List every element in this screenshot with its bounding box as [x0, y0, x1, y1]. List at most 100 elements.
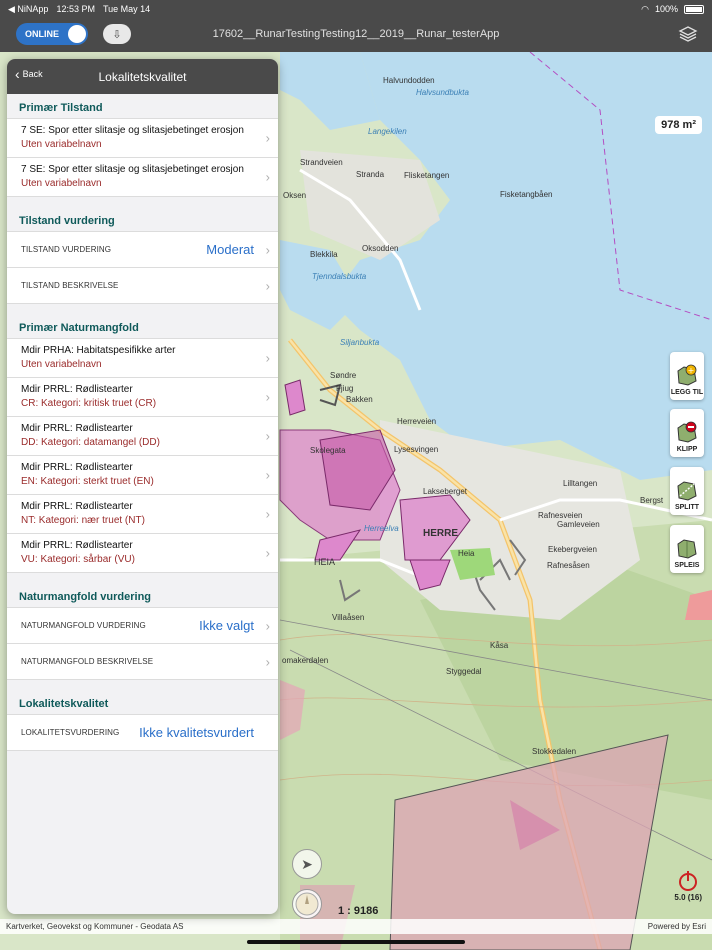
svg-text:HERRE: HERRE	[423, 528, 458, 539]
tilstand-beskrivelse-row[interactable]: TILSTAND BESKRIVELSE ›	[7, 268, 278, 304]
row-value: Ikke kvalitetsvurdert	[139, 725, 254, 740]
status-time: 12:53 PM	[56, 3, 95, 14]
battery-percent: 100%	[654, 4, 678, 14]
item-secondary: Uten variabelnavn	[21, 178, 102, 189]
panel-header: ‹ Back Lokalitetskvalitet	[7, 59, 278, 94]
chevron-right-icon: ›	[265, 278, 270, 293]
svg-text:Ekebergveien: Ekebergveien	[548, 545, 597, 554]
locate-button[interactable]: ➤	[292, 849, 322, 879]
status-carrier[interactable]: ◀ NiNApp	[8, 4, 48, 15]
list-item[interactable]: 7 SE: Spor etter slitasje og slitasjebet…	[7, 158, 278, 197]
split-polygon-label: SPLITT	[674, 504, 700, 511]
row-key: NATURMANGFOLD BESKRIVELSE	[21, 657, 154, 666]
svg-text:Bakken: Bakken	[346, 395, 373, 404]
item-secondary: DD: Kategori: datamangel (DD)	[21, 437, 160, 448]
svg-text:Styggedal: Styggedal	[446, 667, 482, 676]
svg-text:Villaåsen: Villaåsen	[332, 613, 364, 622]
cut-polygon-button[interactable]: KLIPP	[670, 409, 704, 457]
section-title-primaer-tilstand: Primær Tilstand	[19, 102, 103, 114]
svg-text:Siljanbukta: Siljanbukta	[340, 338, 380, 347]
wifi-icon: ◠	[641, 3, 649, 14]
item-primary: 7 SE: Spor etter slitasje og slitasjebet…	[21, 164, 244, 175]
project-title: 17602__RunarTestingTesting12__2019__Runa…	[212, 28, 500, 40]
chevron-right-icon: ›	[265, 618, 270, 633]
svg-text:Oksen: Oksen	[283, 191, 306, 200]
battery-icon	[684, 4, 704, 14]
item-primary: Mdir PRRL: Rødlistearter	[21, 384, 133, 395]
chevron-right-icon: ›	[265, 654, 270, 669]
merge-polygon-icon	[677, 539, 697, 559]
svg-text:Strandveien: Strandveien	[300, 158, 343, 167]
svg-text:Søndre: Søndre	[330, 371, 357, 380]
item-primary: Mdir PRRL: Rødlistearter	[21, 423, 133, 434]
svg-text:Rafnesåsen: Rafnesåsen	[547, 561, 590, 570]
row-value: Ikke valgt	[199, 618, 254, 633]
svg-text:Rafnesveien: Rafnesveien	[538, 511, 582, 520]
map-attribution: Kartverket, Geovekst og Kommuner - Geoda…	[0, 919, 712, 934]
chevron-right-icon: ›	[265, 350, 270, 366]
item-primary: Mdir PRRL: Rødlistearter	[21, 462, 133, 473]
compass-button[interactable]	[292, 889, 322, 919]
row-key: TILSTAND BESKRIVELSE	[21, 281, 119, 290]
svg-text:Stranda: Stranda	[356, 170, 385, 179]
svg-text:Herreelva: Herreelva	[364, 524, 399, 533]
add-polygon-label: LEGG TIL	[670, 389, 704, 396]
svg-text:Blekkila: Blekkila	[310, 250, 338, 259]
split-polygon-button[interactable]: SPLITT	[670, 467, 704, 515]
item-primary: Mdir PRHA: Habitatspesifikke arter	[21, 345, 176, 356]
merge-polygon-button[interactable]: SPLEIS	[670, 525, 704, 573]
svg-text:Bergst: Bergst	[640, 496, 664, 505]
home-indicator[interactable]	[247, 940, 465, 944]
svg-text:Stokkedalen: Stokkedalen	[532, 747, 576, 756]
app-bar: ONLINE ⇩ 17602__RunarTestingTesting12__2…	[0, 18, 712, 52]
gps-status[interactable]: 5.0 (16)	[674, 871, 702, 902]
list-item[interactable]: Mdir PRRL: Rødlistearter CR: Kategori: k…	[7, 378, 278, 417]
back-label: Back	[22, 69, 43, 79]
list-item[interactable]: 7 SE: Spor etter slitasje og slitasjebet…	[7, 119, 278, 158]
svg-text:+: +	[688, 366, 695, 375]
map-scale: 1 : 9186	[338, 905, 379, 917]
item-secondary: Uten variabelnavn	[21, 359, 102, 370]
detail-panel: ‹ Back Lokalitetskvalitet Primær Tilstan…	[7, 59, 278, 914]
row-key: NATURMANGFOLD VURDERING	[21, 621, 146, 630]
svg-text:Herreveien: Herreveien	[397, 417, 436, 426]
item-secondary: VU: Kategori: sårbar (VU)	[21, 554, 135, 565]
list-item[interactable]: Mdir PRRL: Rødlistearter EN: Kategori: s…	[7, 456, 278, 495]
row-key: TILSTAND VURDERING	[21, 245, 112, 254]
svg-text:Heia: Heia	[458, 549, 475, 558]
area-badge: 978 m²	[655, 116, 702, 134]
naturmangfold-vurdering-row[interactable]: NATURMANGFOLD VURDERING Ikke valgt ›	[7, 608, 278, 644]
add-polygon-button[interactable]: + LEGG TIL	[670, 352, 704, 400]
svg-text:Kåsa: Kåsa	[490, 641, 509, 650]
chevron-right-icon: ›	[265, 506, 270, 522]
layers-button[interactable]	[678, 24, 698, 44]
item-primary: Mdir PRRL: Rødlistearter	[21, 501, 133, 512]
svg-text:Skolegata: Skolegata	[310, 446, 346, 455]
list-item[interactable]: Mdir PRRL: Rødlistearter VU: Kategori: s…	[7, 534, 278, 573]
svg-text:Halvsundbukta: Halvsundbukta	[416, 88, 469, 97]
lokalitetsvurdering-row[interactable]: LOKALITETSVURDERING Ikke kvalitetsvurder…	[7, 715, 278, 751]
section-title-naturmangfold-vurdering: Naturmangfold vurdering	[19, 591, 152, 603]
section-title-tilstand-vurdering: Tilstand vurdering	[19, 215, 115, 227]
list-item[interactable]: Mdir PRHA: Habitatspesifikke arter Uten …	[7, 339, 278, 378]
svg-text:Langekilen: Langekilen	[368, 127, 407, 136]
svg-text:Lysesvingen: Lysesvingen	[394, 445, 438, 454]
item-secondary: NT: Kategori: nær truet (NT)	[21, 515, 145, 526]
back-button[interactable]: ‹ Back	[15, 67, 43, 81]
powered-by-esri[interactable]: Powered by Esri	[648, 922, 706, 931]
svg-text:Tjenndalsbukta: Tjenndalsbukta	[312, 272, 367, 281]
list-item[interactable]: Mdir PRRL: Rødlistearter DD: Kategori: d…	[7, 417, 278, 456]
cut-polygon-icon	[677, 421, 697, 443]
status-date: Tue May 14	[102, 3, 151, 14]
item-primary: Mdir PRRL: Rødlistearter	[21, 540, 133, 551]
svg-text:Flisketangen: Flisketangen	[404, 171, 449, 180]
item-secondary: Uten variabelnavn	[21, 139, 102, 150]
svg-text:omakerdalen: omakerdalen	[282, 656, 328, 665]
naturmangfold-beskrivelse-row[interactable]: NATURMANGFOLD BESKRIVELSE ›	[7, 644, 278, 680]
row-value: Moderat	[206, 242, 254, 257]
status-bar: ◀ NiNApp 12:53 PM Tue May 14 ◠ 100%	[0, 0, 712, 18]
list-item[interactable]: Mdir PRRL: Rødlistearter NT: Kategori: n…	[7, 495, 278, 534]
section-title-lokalitetskvalitet: Lokalitetskvalitet	[19, 698, 109, 710]
tilstand-vurdering-row[interactable]: TILSTAND VURDERING Moderat ›	[7, 232, 278, 268]
chevron-right-icon: ›	[265, 242, 270, 257]
